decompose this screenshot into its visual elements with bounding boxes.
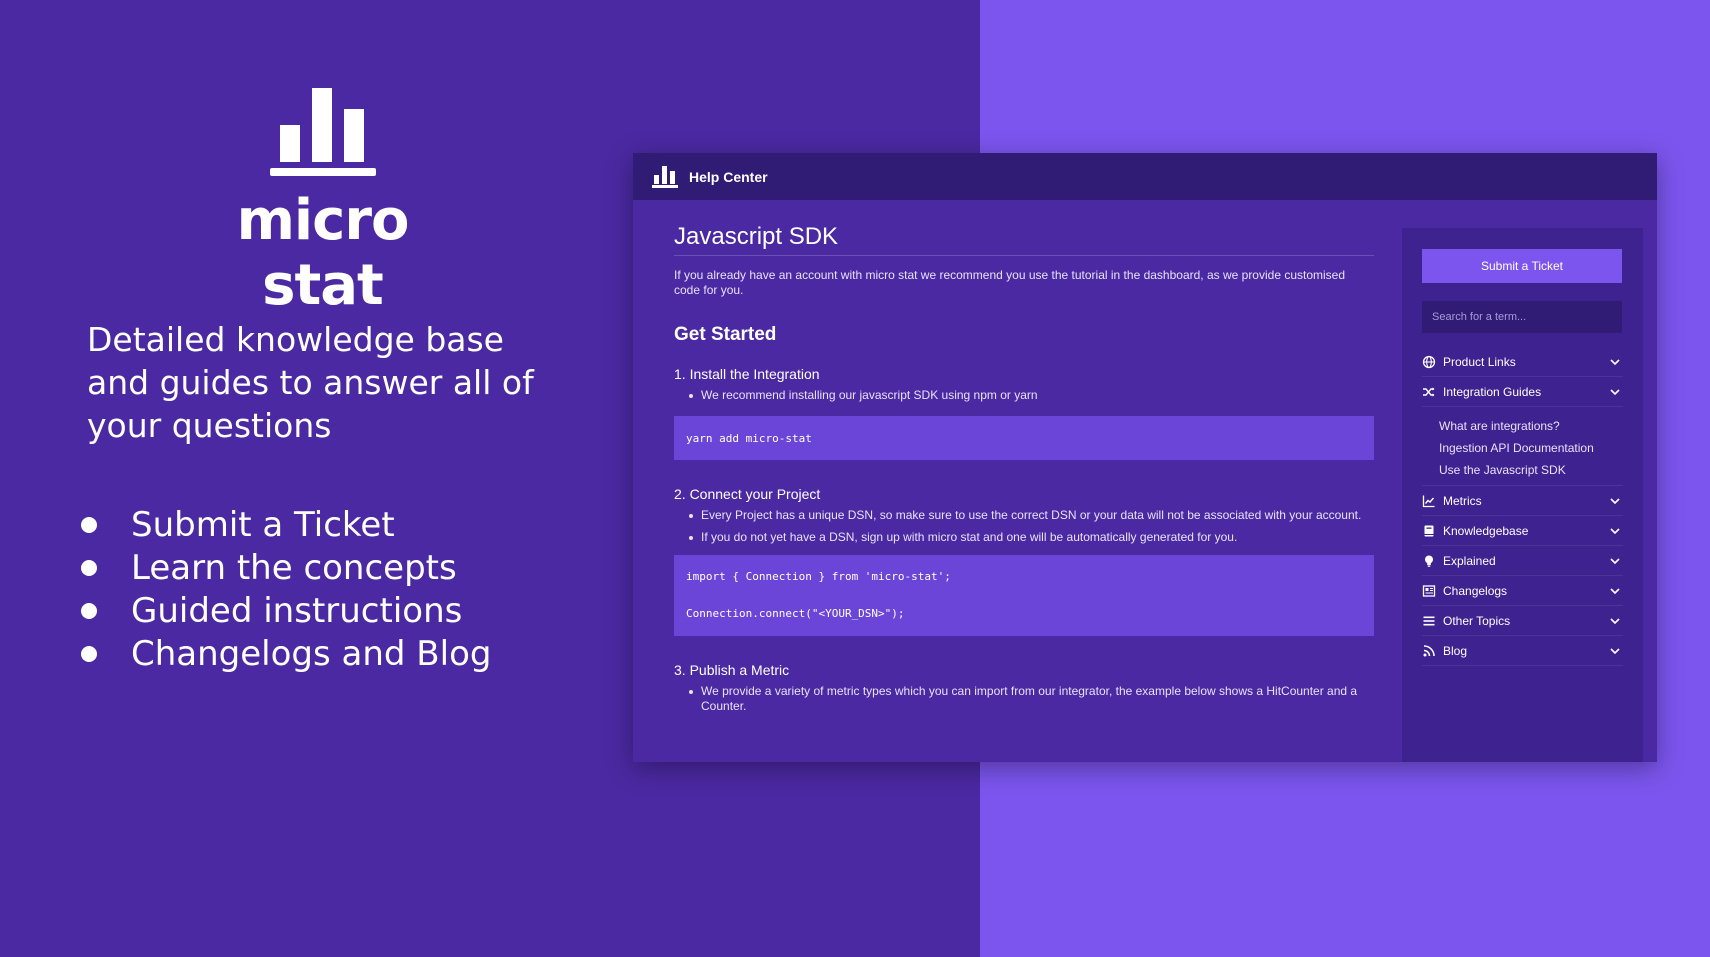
sidebar-item-label: Product Links	[1443, 354, 1516, 369]
newspaper-icon	[1422, 584, 1436, 598]
feature-label: Submit a Ticket	[131, 504, 395, 545]
bar-chart-logo-icon	[269, 88, 376, 176]
feature-item: Submit a Ticket	[80, 503, 491, 546]
step-heading: 2. Connect your Project	[674, 486, 821, 502]
feature-label: Learn the concepts	[131, 547, 457, 588]
sidebar: Submit a Ticket Product Links Integratio…	[1402, 228, 1643, 762]
submit-ticket-button[interactable]: Submit a Ticket	[1422, 249, 1622, 283]
subnav-link[interactable]: Use the Javascript SDK	[1439, 459, 1623, 481]
integration-guides-subnav: What are integrations? Ingestion API Doc…	[1422, 407, 1623, 486]
chevron-down-icon[interactable]	[1609, 525, 1621, 537]
code-line: import { Connection } from 'micro-stat';	[686, 570, 951, 583]
bullet-icon	[81, 645, 97, 662]
chevron-down-icon[interactable]	[1609, 615, 1621, 627]
sidebar-item-label: Blog	[1443, 643, 1468, 658]
chevron-down-icon[interactable]	[1609, 645, 1621, 657]
brand-name: micro stat	[236, 188, 410, 318]
subnav-link[interactable]: Ingestion API Documentation	[1439, 437, 1623, 459]
bullet-icon	[81, 602, 97, 619]
sidebar-item-metrics[interactable]: Metrics	[1422, 486, 1623, 516]
sidebar-item-label: Knowledgebase	[1443, 523, 1529, 538]
sidebar-item-label: Explained	[1443, 553, 1496, 568]
shuffle-icon	[1422, 385, 1436, 399]
sidebar-item-label: Changelogs	[1443, 583, 1508, 598]
step-bullets: Every Project has a unique DSN, so make …	[688, 508, 1374, 545]
brand-block: micro stat	[180, 86, 465, 318]
chevron-down-icon[interactable]	[1609, 585, 1621, 597]
feature-label: Guided instructions	[131, 590, 463, 631]
sidebar-nav: Product Links Integration Guides What ar…	[1422, 347, 1623, 666]
chevron-down-icon[interactable]	[1609, 386, 1621, 398]
chevron-down-icon[interactable]	[1609, 555, 1621, 567]
code-block[interactable]: yarn add micro-stat	[674, 416, 1374, 460]
sidebar-item-explained[interactable]: Explained	[1422, 546, 1623, 576]
bar-chart-icon[interactable]	[651, 165, 679, 189]
chevron-down-icon[interactable]	[1609, 356, 1621, 368]
feature-label: Changelogs and Blog	[131, 633, 492, 674]
book-icon	[1422, 524, 1436, 538]
top-bar: Help Center	[633, 153, 1657, 200]
rss-icon	[1422, 644, 1436, 658]
bullet-icon	[81, 559, 97, 576]
bullet-item: We recommend installing our javascript S…	[688, 388, 1374, 403]
sidebar-item-blog[interactable]: Blog	[1422, 636, 1623, 666]
feature-item: Guided instructions	[80, 589, 491, 632]
code-block[interactable]: import { Connection } from 'micro-stat';…	[674, 555, 1374, 636]
bullet-item: We provide a variety of metric types whi…	[688, 684, 1374, 714]
feature-item: Changelogs and Blog	[80, 632, 491, 675]
line-chart-icon	[1422, 494, 1436, 508]
sidebar-item-knowledgebase[interactable]: Knowledgebase	[1422, 516, 1623, 546]
list-icon	[1422, 614, 1436, 628]
feature-list: Submit a Ticket Learn the concepts Guide…	[80, 503, 491, 675]
sidebar-item-other-topics[interactable]: Other Topics	[1422, 606, 1623, 636]
help-center-window: Help Center Javascript SDK If you alread…	[633, 153, 1657, 762]
article-content: Javascript SDK If you already have an ac…	[674, 223, 1374, 762]
code-line: Connection.connect("<YOUR_DSN>");	[686, 607, 905, 620]
app-title[interactable]: Help Center	[689, 169, 768, 185]
bullet-item: If you do not yet have a DSN, sign up wi…	[688, 530, 1374, 545]
article-intro: If you already have an account with micr…	[674, 268, 1346, 297]
page-title: Javascript SDK	[674, 223, 1374, 256]
search-input[interactable]	[1422, 301, 1622, 333]
code-line: yarn add micro-stat	[686, 431, 812, 445]
sidebar-item-label: Integration Guides	[1443, 384, 1542, 399]
section-title: Get Started	[674, 324, 777, 345]
sidebar-item-integration-guides[interactable]: Integration Guides	[1422, 377, 1623, 407]
step-bullets: We provide a variety of metric types whi…	[688, 684, 1374, 714]
bullet-icon	[81, 516, 97, 533]
sidebar-item-changelogs[interactable]: Changelogs	[1422, 576, 1623, 606]
globe-icon	[1422, 355, 1436, 369]
lightbulb-icon	[1422, 554, 1436, 568]
subnav-link[interactable]: What are integrations?	[1439, 415, 1623, 437]
step-heading: 1. Install the Integration	[674, 366, 820, 382]
step-bullets: We recommend installing our javascript S…	[688, 388, 1374, 403]
sidebar-item-label: Metrics	[1443, 493, 1482, 508]
sidebar-item-label: Other Topics	[1443, 613, 1511, 628]
sidebar-item-product-links[interactable]: Product Links	[1422, 347, 1623, 377]
tagline: Detailed knowledge base and guides to an…	[87, 320, 534, 445]
feature-item: Learn the concepts	[80, 546, 491, 589]
chevron-down-icon[interactable]	[1609, 495, 1621, 507]
step-heading: 3. Publish a Metric	[674, 662, 790, 678]
bullet-item: Every Project has a unique DSN, so make …	[688, 508, 1374, 523]
